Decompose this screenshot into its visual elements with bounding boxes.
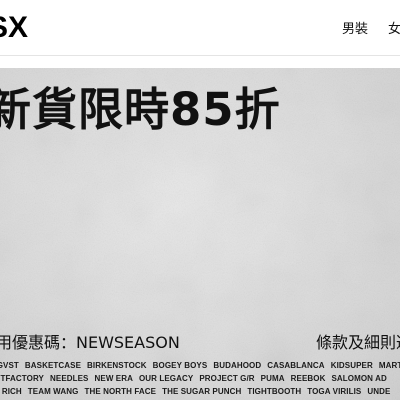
brand-name: PUMA [260,374,285,383]
brand-name: BOGEY BOYS [152,361,208,370]
brand-row: AVGVST BASKETCASE BIRKENSTOCK BOGEY BOYS BUD… [0,359,400,372]
brand-name: BASKETCASE [24,361,82,370]
site-header: SX 男裝 女裝 [0,0,400,56]
nav-item-women[interactable]: 女裝 [388,18,400,37]
brand-name: THE SUGAR PUNCH [162,387,242,396]
brand-name: MARTINE [378,361,400,370]
banner-headline: 新貨限時85折 [0,83,281,136]
brand-name: UNDE [367,387,391,396]
terms-link[interactable]: 條款及細則適 [316,329,400,353]
brand-name: OUR LEGACY [138,374,194,383]
brand-name: AVGVST [0,361,19,370]
site-logo[interactable]: SX [0,10,28,46]
brand-list: AVGVST BASKETCASE BIRKENSTOCK BOGEY BOYS BUD… [0,359,400,398]
brand-name: NEEDLES [50,374,89,383]
main-nav: 男裝 女裝 [342,18,400,37]
brand-name: SALOMON AD [331,374,387,383]
brand-name: TIGHTBOOTH [247,387,302,396]
promo-banner[interactable]: 新貨限時85折 用優惠碼：NEWSEASON 條款及細則適 AVGVST BASK… [0,68,400,400]
brand-name: BIRKENSTOCK [87,361,147,370]
brand-name: TOGA VIRILIS [307,387,362,396]
brand-name: IGHTFACTORY [0,374,44,383]
brand-name: BUDAHOOD [213,361,262,370]
brand-name: CASABLANCA [267,361,325,370]
brand-name: NEW ERA [94,374,133,383]
brand-row: IGHTFACTORY NEEDLES NEW ERA OUR LEGACY PROJE… [0,372,400,385]
brand-row: Y & RICH TEAM WANG THE NORTH FACE THE SUGAR… [0,385,400,398]
nav-item-men[interactable]: 男裝 [342,18,368,37]
brand-name: THE NORTH FACE [84,387,157,396]
brand-name: KIDSUPER [330,361,373,370]
brand-name: Y & RICH [0,387,22,396]
promo-code-text: 用優惠碼：NEWSEASON [0,333,180,352]
brand-name: REEBOK [290,374,326,383]
brand-name: PROJECT G/R [199,374,255,383]
brand-name: TEAM WANG [27,387,79,396]
